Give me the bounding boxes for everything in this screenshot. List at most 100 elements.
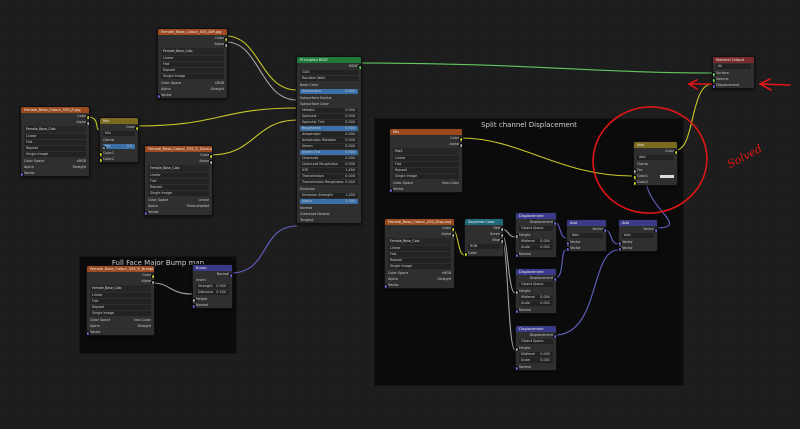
operation-dropdown[interactable]: Add	[622, 233, 654, 238]
projection-dropdown[interactable]: Flat	[90, 299, 151, 304]
source-dropdown[interactable]: Single Image	[90, 311, 151, 316]
socket[interactable]	[100, 157, 103, 162]
bsdf-input-row[interactable]: Sheen 0.000	[300, 144, 358, 149]
socket[interactable]	[209, 159, 212, 164]
bsdf-input-row[interactable]: Clearcoat 0.000	[300, 156, 358, 161]
fac-slider[interactable]: Fac 0.5	[103, 144, 135, 149]
mode-dropdown[interactable]: RGB	[468, 244, 500, 249]
socket[interactable]	[553, 220, 556, 225]
color-swatch[interactable]	[660, 174, 674, 178]
clamp-checkbox[interactable]: Clamp	[100, 137, 138, 143]
bsdf-input-row[interactable]: Subsurface 0.000	[300, 89, 358, 94]
displacement-node-1[interactable]: Displacement Displacement Object Space H…	[515, 212, 557, 258]
socket[interactable]	[516, 308, 519, 313]
socket[interactable]	[713, 83, 716, 88]
source-dropdown[interactable]: Single Image	[161, 74, 224, 79]
bump-node[interactable]: Bump Normal Invert Strength 0.500 Distanc…	[192, 264, 233, 309]
source-dropdown[interactable]: Single Image	[388, 264, 451, 269]
space-dropdown[interactable]: Object Space	[519, 226, 553, 231]
projection-dropdown[interactable]: Flat	[148, 179, 209, 184]
image-selector[interactable]: Female_Base_Colo	[388, 238, 451, 245]
interpolation-dropdown[interactable]: Linear	[90, 293, 151, 298]
socket[interactable]	[516, 233, 519, 238]
socket[interactable]	[135, 125, 138, 130]
bsdf-input-row[interactable]: Anisotropic Rotation 0.000	[300, 138, 358, 143]
projection-dropdown[interactable]: Flat	[161, 62, 224, 67]
socket[interactable]	[553, 333, 556, 338]
source-dropdown[interactable]: Single Image	[393, 174, 459, 179]
distribution-dropdown[interactable]: GGX	[300, 70, 358, 75]
extension-dropdown[interactable]: Repeat	[388, 258, 451, 263]
bsdf-input-row[interactable]: IOR 1.450	[300, 168, 358, 173]
socket[interactable]	[634, 180, 637, 185]
blend-mode-dropdown[interactable]: Mix	[103, 131, 135, 136]
vector-math-add-node-2[interactable]: Add Vector Add Vector Vector	[618, 219, 658, 252]
node-editor-canvas[interactable]: Full Face Major Bump map Split channel D…	[0, 0, 800, 429]
socket[interactable]	[567, 246, 570, 251]
extension-dropdown[interactable]: Repeat	[148, 185, 209, 190]
vector-math-add-node-1[interactable]: Add Vector Add Vector Vector	[566, 219, 607, 252]
image-selector[interactable]: Female_Base_Colo	[24, 126, 86, 133]
scale-field[interactable]: Scale 0.001	[519, 245, 553, 250]
source-dropdown[interactable]: Single Image	[148, 191, 209, 196]
socket[interactable]	[500, 238, 503, 243]
space-dropdown[interactable]: Object Space	[519, 282, 553, 287]
projection-dropdown[interactable]: Flat	[393, 162, 459, 167]
bsdf-input-row[interactable]: Emission	[297, 186, 361, 192]
socket[interactable]	[516, 365, 519, 370]
socket[interactable]	[451, 232, 454, 237]
displacement-node-3[interactable]: Displacement Displacement Object Space H…	[515, 325, 557, 371]
socket[interactable]	[385, 283, 388, 288]
extension-dropdown[interactable]: Repeat	[90, 305, 151, 310]
extension-dropdown[interactable]: Repeat	[393, 168, 459, 173]
bsdf-input-row[interactable]: Emission Strength 1.000	[300, 193, 358, 198]
strength-field[interactable]: Strength 0.500	[196, 284, 229, 289]
socket[interactable]	[390, 187, 393, 192]
bsdf-input-row[interactable]: Roughness 0.500	[300, 126, 358, 131]
image-texture-node-mid[interactable]: Female_Base_Colour_SSS_R_Subsurface Colo…	[144, 145, 213, 216]
principled-bsdf-node[interactable]: Principled BSDF BSDF GGX Random Walk Bas…	[296, 56, 362, 224]
socket[interactable]	[674, 149, 677, 154]
bsdf-input-row[interactable]: Clearcoat Roughness 0.030	[300, 162, 358, 167]
image-selector[interactable]: Female_Base_Colo	[90, 285, 151, 292]
socket[interactable]	[193, 303, 196, 308]
bsdf-input-row[interactable]: Base Color	[297, 82, 361, 88]
socket[interactable]	[516, 252, 519, 257]
interpolation-dropdown[interactable]: Linear	[388, 246, 451, 251]
socket[interactable]	[86, 120, 89, 125]
image-selector[interactable]: Female_Base_Colo	[161, 48, 224, 55]
bsdf-input-row[interactable]: Anisotropic 0.000	[300, 132, 358, 137]
bsdf-input-row[interactable]: Subsurface Color	[297, 101, 361, 107]
interpolation-dropdown[interactable]: Linear	[161, 56, 224, 61]
socket[interactable]	[619, 246, 622, 251]
bsdf-input-row[interactable]: Specular 0.500	[300, 114, 358, 119]
target-dropdown[interactable]: All	[716, 64, 751, 69]
scale-field[interactable]: Scale 0.001	[519, 358, 553, 363]
interpolation-dropdown[interactable]: Linear	[24, 134, 86, 139]
image-texture-node-left[interactable]: Female_Base_Colour_SSS_R.jpg Color Alpha…	[20, 106, 90, 177]
bsdf-input-row[interactable]: Metallic 0.000	[300, 108, 358, 113]
projection-dropdown[interactable]: Flat	[388, 252, 451, 257]
image-selector[interactable]: Mix3	[393, 148, 459, 155]
extension-dropdown[interactable]: Repeat	[161, 68, 224, 73]
bsdf-input-row[interactable]: Specular Tint 0.000	[300, 120, 358, 125]
socket[interactable]	[158, 93, 161, 98]
socket[interactable]	[465, 251, 468, 256]
socket[interactable]	[151, 279, 154, 284]
space-dropdown[interactable]: Object Space	[519, 339, 553, 344]
socket[interactable]	[459, 142, 462, 147]
material-output-node[interactable]: Material Output All Surface Volume Displ…	[712, 56, 755, 89]
distance-field[interactable]: Distance 0.100	[196, 290, 229, 295]
socket[interactable]	[516, 346, 519, 351]
invert-checkbox[interactable]: Invert	[193, 277, 232, 283]
image-texture-node-top[interactable]: Female_Base_Colour_SSS_Diff.jpg Color Al…	[157, 28, 228, 99]
bsdf-input-row[interactable]: Alpha 1.000	[300, 199, 358, 204]
blend-mode-dropdown[interactable]: Add	[637, 155, 674, 160]
image-texture-node-mix[interactable]: Mix Color Alpha Mix3 Linear Flat Repeat …	[389, 128, 463, 193]
socket[interactable]	[224, 42, 227, 47]
midlevel-field[interactable]: Midlevel 0.000	[519, 295, 553, 300]
node-header[interactable]: Material Output	[713, 57, 754, 63]
interpolation-dropdown[interactable]: Linear	[393, 156, 459, 161]
interpolation-dropdown[interactable]: Linear	[148, 173, 209, 178]
midlevel-field[interactable]: Midlevel 0.000	[519, 352, 553, 357]
